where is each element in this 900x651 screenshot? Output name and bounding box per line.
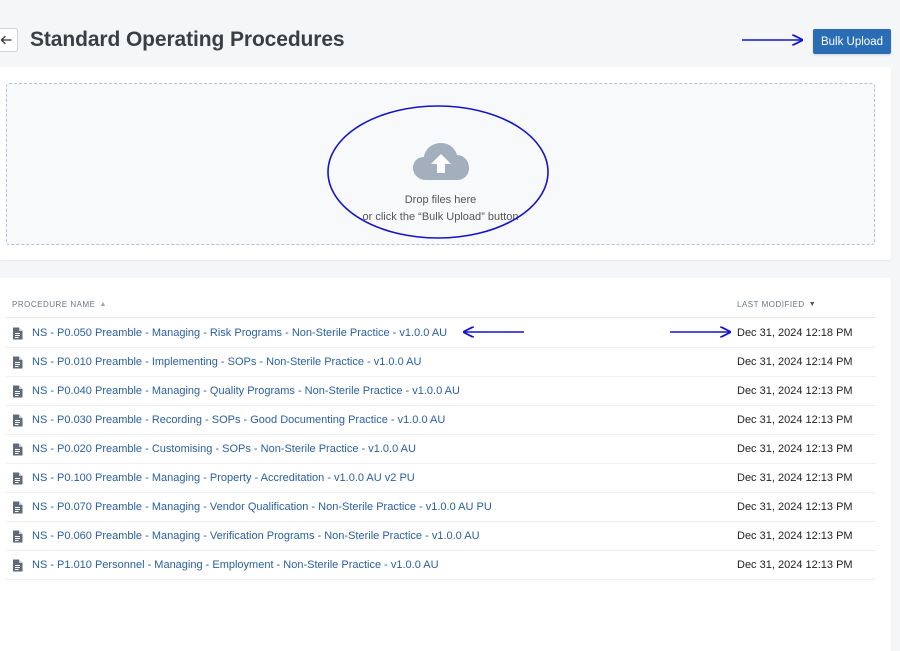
procedures-list: NS - P0.050 Preamble - Managing - Risk P… [6,319,876,580]
last-modified-date: Dec 31, 2024 12:13 PM [737,414,853,426]
document-icon [12,530,23,548]
last-modified-date: Dec 31, 2024 12:13 PM [737,501,853,513]
last-modified-date: Dec 31, 2024 12:14 PM [737,356,853,368]
document-icon [12,356,23,374]
page: Standard Operating Procedures Bulk Uploa… [0,0,900,651]
back-button[interactable] [0,28,18,52]
table-row: NS - P0.050 Preamble - Managing - Risk P… [6,319,876,348]
document-icon [12,559,23,577]
dropzone-instruction-primary: Drop files here [404,194,477,206]
table-row: NS - P0.040 Preamble - Managing - Qualit… [6,377,876,406]
table-row: NS - P1.010 Personnel - Managing - Emplo… [6,551,876,580]
upload-card: Drop files here or click the “Bulk Uploa… [0,67,891,260]
table-row: NS - P0.010 Preamble - Implementing - SO… [6,348,876,377]
document-icon [12,443,23,461]
table-row: NS - P0.070 Preamble - Managing - Vendor… [6,493,876,522]
table-row: NS - P0.060 Preamble - Managing - Verifi… [6,522,876,551]
table-header: PROCEDURE NAME ▲︎ LAST MODIFIED ▼︎ [6,296,876,318]
procedure-link[interactable]: NS - P0.040 Preamble - Managing - Qualit… [32,385,460,397]
procedure-link[interactable]: NS - P0.020 Preamble - Customising - SOP… [32,443,416,455]
procedure-link[interactable]: NS - P1.010 Personnel - Managing - Emplo… [32,559,439,571]
procedure-link[interactable]: NS - P0.050 Preamble - Managing - Risk P… [32,327,447,339]
table-row: NS - P0.100 Preamble - Managing - Proper… [6,464,876,493]
arrow-left-icon [0,35,12,45]
table-row: NS - P0.020 Preamble - Customising - SOP… [6,435,876,464]
page-title: Standard Operating Procedures [30,28,345,51]
column-header-last-modified[interactable]: LAST MODIFIED ▼︎ [737,300,816,309]
procedure-link[interactable]: NS - P0.030 Preamble - Recording - SOPs … [32,414,445,426]
last-modified-date: Dec 31, 2024 12:13 PM [737,385,853,397]
table-row: NS - P0.030 Preamble - Recording - SOPs … [6,406,876,435]
sort-icon: ▲︎ [99,301,107,308]
last-modified-date: Dec 31, 2024 12:13 PM [737,472,853,484]
sort-desc-icon: ▼︎ [808,301,817,308]
document-icon [12,414,23,432]
procedure-link[interactable]: NS - P0.060 Preamble - Managing - Verifi… [32,530,480,542]
last-modified-date: Dec 31, 2024 12:13 PM [737,530,853,542]
last-modified-date: Dec 31, 2024 12:13 PM [737,443,853,455]
bulk-upload-button[interactable]: Bulk Upload [813,29,891,54]
document-icon [12,472,23,490]
column-header-procedure-name[interactable]: PROCEDURE NAME ▲︎ [12,300,107,309]
document-icon [12,385,23,403]
file-dropzone[interactable]: Drop files here or click the “Bulk Uploa… [6,83,875,245]
procedure-link[interactable]: NS - P0.010 Preamble - Implementing - SO… [32,356,421,368]
dropzone-instruction-secondary: or click the “Bulk Upload” button [362,211,519,223]
last-modified-date: Dec 31, 2024 12:13 PM [737,559,853,571]
document-icon [12,327,23,345]
procedure-link[interactable]: NS - P0.100 Preamble - Managing - Proper… [32,472,415,484]
cloud-upload-icon [413,143,469,180]
last-modified-date: Dec 31, 2024 12:18 PM [737,327,853,339]
column-header-label: PROCEDURE NAME [12,300,96,309]
column-header-label: LAST MODIFIED [737,300,805,309]
procedure-link[interactable]: NS - P0.070 Preamble - Managing - Vendor… [32,501,492,513]
document-icon [12,501,23,519]
procedures-table-card: PROCEDURE NAME ▲︎ LAST MODIFIED ▼︎ NS - … [0,278,891,651]
